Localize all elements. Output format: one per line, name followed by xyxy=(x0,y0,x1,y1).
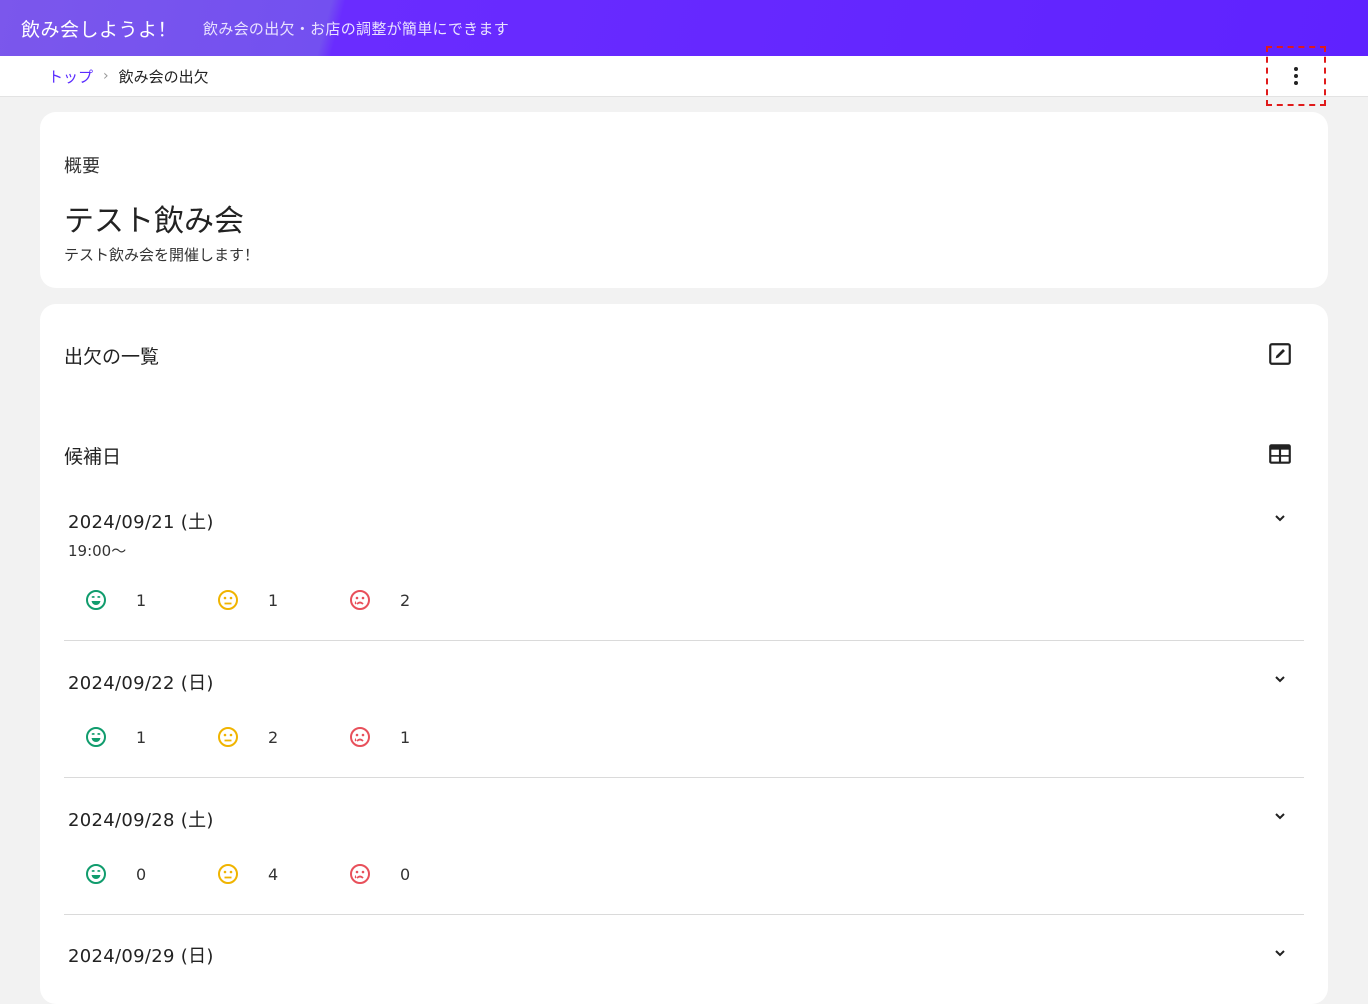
count-ng: 0 xyxy=(348,862,480,886)
candidate-date-row[interactable]: 2024/09/22 (日) 1 2 1 xyxy=(64,641,1304,778)
smile-icon xyxy=(86,864,106,884)
breadcrumb-current: 飲み会の出欠 xyxy=(118,67,209,86)
app-title[interactable]: 飲み会しようよ！ xyxy=(21,15,177,42)
chevron-down-icon xyxy=(1275,515,1285,522)
attendance-card: 出欠の一覧 候補日 2024/09/21 (土) 19:00～ 1 1 2 20… xyxy=(40,304,1328,1004)
expand-button[interactable] xyxy=(1268,941,1292,965)
candidate-date: 2024/09/28 (土) xyxy=(68,810,214,831)
more-menu-button[interactable] xyxy=(1266,46,1326,106)
count-ng: 2 xyxy=(348,588,480,612)
expand-button[interactable] xyxy=(1268,506,1292,530)
count-ok: 1 xyxy=(84,588,216,612)
more-vert-icon xyxy=(1294,67,1298,85)
chevron-down-icon xyxy=(1275,813,1285,820)
count-maybe: 2 xyxy=(216,725,348,749)
count-ng-value: 0 xyxy=(400,864,411,884)
count-maybe: 4 xyxy=(216,862,348,886)
candidates-title: 候補日 xyxy=(64,446,122,468)
chevron-down-icon xyxy=(1275,950,1285,957)
smile-icon xyxy=(86,727,106,747)
count-ok-value: 1 xyxy=(136,590,147,610)
expand-button[interactable] xyxy=(1268,804,1292,828)
vote-counts: 1 2 1 xyxy=(84,724,480,750)
smile-icon xyxy=(86,590,106,610)
edit-icon xyxy=(1269,343,1291,365)
edit-attendance-button[interactable] xyxy=(1264,338,1296,370)
sad-icon xyxy=(350,864,370,884)
vote-counts: 1 1 2 xyxy=(84,587,480,613)
count-maybe: 1 xyxy=(216,588,348,612)
candidate-date: 2024/09/21 (土) xyxy=(68,512,214,533)
count-ng: 1 xyxy=(348,725,480,749)
attendance-title: 出欠の一覧 xyxy=(64,346,160,368)
count-maybe-value: 1 xyxy=(268,590,279,610)
chevron-down-icon xyxy=(1275,676,1285,683)
count-ok: 1 xyxy=(84,725,216,749)
breadcrumb: トップ › 飲み会の出欠 xyxy=(0,56,1368,97)
summary-card: 概要 テスト飲み会 テスト飲み会を開催します！ xyxy=(40,112,1328,288)
candidate-date: 2024/09/29 (日) xyxy=(68,946,214,967)
sad-icon xyxy=(350,727,370,747)
neutral-icon xyxy=(218,864,238,884)
count-ng-value: 1 xyxy=(400,727,411,747)
event-title: テスト飲み会 xyxy=(64,204,244,239)
vote-counts: 0 4 0 xyxy=(84,861,480,887)
count-ng-value: 2 xyxy=(400,590,411,610)
count-ok: 0 xyxy=(84,862,216,886)
candidate-date: 2024/09/22 (日) xyxy=(68,673,214,694)
event-description: テスト飲み会を開催します！ xyxy=(64,246,260,264)
candidate-date-row[interactable]: 2024/09/21 (土) 19:00～ 1 1 2 xyxy=(64,492,1304,641)
breadcrumb-separator-icon: › xyxy=(103,68,109,84)
candidate-date-row[interactable]: 2024/09/28 (土) 0 4 0 xyxy=(64,778,1304,915)
count-ok-value: 0 xyxy=(136,864,147,884)
count-maybe-value: 2 xyxy=(268,727,279,747)
summary-label: 概要 xyxy=(64,156,100,177)
breadcrumb-home-link[interactable]: トップ xyxy=(48,66,93,87)
candidate-time: 19:00～ xyxy=(68,542,127,560)
sad-icon xyxy=(350,590,370,610)
table-view-button[interactable] xyxy=(1264,438,1296,470)
app-header: 飲み会しようよ！ 飲み会の出欠・お店の調整が簡単にできます xyxy=(0,0,1368,56)
count-ok-value: 1 xyxy=(136,727,147,747)
table-icon xyxy=(1269,444,1291,464)
neutral-icon xyxy=(218,590,238,610)
expand-button[interactable] xyxy=(1268,667,1292,691)
neutral-icon xyxy=(218,727,238,747)
candidate-date-row[interactable]: 2024/09/29 (日) xyxy=(64,915,1304,975)
count-maybe-value: 4 xyxy=(268,864,279,884)
app-subtitle: 飲み会の出欠・お店の調整が簡単にできます xyxy=(203,19,510,38)
